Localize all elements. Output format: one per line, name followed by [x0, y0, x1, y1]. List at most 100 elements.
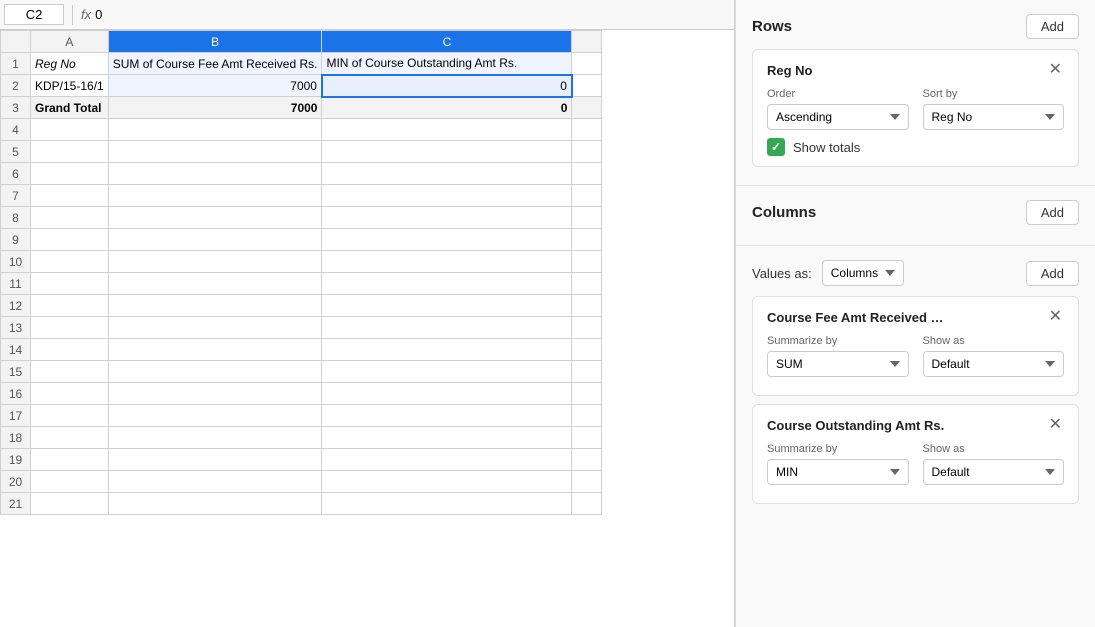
table-row: 14	[1, 339, 602, 361]
course-outstanding-card: Course Outstanding Amt Rs. ✕ Summarize b…	[752, 404, 1079, 504]
course-fee-card-header: Course Fee Amt Received … ✕	[767, 309, 1064, 325]
reg-no-card-header: Reg No ✕	[767, 62, 1064, 78]
cell-a1[interactable]: Reg No	[31, 53, 109, 75]
table-row: 10	[1, 251, 602, 273]
sort-by-select[interactable]: Reg No	[923, 104, 1065, 130]
reg-no-card-title: Reg No	[767, 63, 813, 78]
course-fee-card: Course Fee Amt Received … ✕ Summarize by…	[752, 296, 1079, 396]
table-row: 16	[1, 383, 602, 405]
course-outstanding-card-title: Course Outstanding Amt Rs.	[767, 418, 944, 433]
reg-no-card-row-1: Order Ascending Descending Sort by Reg N…	[767, 88, 1064, 130]
rows-section-title: Rows	[752, 18, 792, 35]
values-add-button[interactable]: Add	[1026, 261, 1079, 286]
table-row: 18	[1, 427, 602, 449]
cell-a2[interactable]: KDP/15-16/1	[31, 75, 109, 97]
columns-section-header: Columns Add	[752, 200, 1079, 225]
course-fee-show-as-field: Show as Default % of Grand Total	[923, 335, 1065, 377]
formula-input[interactable]: 0	[95, 7, 730, 22]
reg-no-close-icon[interactable]: ✕	[1047, 62, 1064, 78]
rows-section-header: Rows Add	[752, 14, 1079, 39]
course-fee-card-row: Summarize by SUM COUNT MIN MAX AVERAGE S…	[767, 335, 1064, 377]
cell-extra-2	[572, 75, 602, 97]
columns-section: Columns Add	[736, 186, 1095, 246]
table-row: 11	[1, 273, 602, 295]
course-outstanding-summarize-field: Summarize by SUM COUNT MIN MAX AVERAGE	[767, 443, 909, 485]
cell-c1[interactable]: MIN of Course Outstanding Amt Rs.	[322, 53, 572, 75]
rows-add-button[interactable]: Add	[1026, 14, 1079, 39]
course-fee-show-as-select[interactable]: Default % of Grand Total	[923, 351, 1065, 377]
cell-ref-input[interactable]: C2	[4, 4, 64, 25]
col-header-a[interactable]: A	[31, 31, 109, 53]
table-row: 5	[1, 141, 602, 163]
formula-bar-divider	[72, 5, 73, 25]
table-row: 1 Reg No SUM of Course Fee Amt Received …	[1, 53, 602, 75]
table-row: 7	[1, 185, 602, 207]
table-row: 20	[1, 471, 602, 493]
order-select[interactable]: Ascending Descending	[767, 104, 909, 130]
table-row: 4	[1, 119, 602, 141]
corner-header	[1, 31, 31, 53]
columns-add-button[interactable]: Add	[1026, 200, 1079, 225]
cell-b2[interactable]: 7000	[108, 75, 322, 97]
row-num-2: 2	[1, 75, 31, 97]
course-outstanding-card-row: Summarize by SUM COUNT MIN MAX AVERAGE S…	[767, 443, 1064, 485]
spreadsheet-table: A B C 1 Reg No SUM of Course Fee Amt Rec…	[0, 30, 602, 515]
table-row: 8	[1, 207, 602, 229]
course-fee-summarize-field: Summarize by SUM COUNT MIN MAX AVERAGE	[767, 335, 909, 377]
table-row: 9	[1, 229, 602, 251]
course-outstanding-show-as-select[interactable]: Default % of Grand Total	[923, 459, 1065, 485]
grid-body: 1 Reg No SUM of Course Fee Amt Received …	[1, 53, 602, 515]
course-fee-show-as-label: Show as	[923, 335, 1065, 347]
table-row: 21	[1, 493, 602, 515]
grand-total-row: 3 Grand Total 7000 0	[1, 97, 602, 119]
cell-a3[interactable]: Grand Total	[31, 97, 109, 119]
show-totals-row: Show totals	[767, 138, 1064, 156]
course-outstanding-summarize-label: Summarize by	[767, 443, 909, 455]
cell-c3[interactable]: 0	[322, 97, 572, 119]
table-row: 17	[1, 405, 602, 427]
fx-label: fx	[81, 7, 91, 22]
cell-b1[interactable]: SUM of Course Fee Amt Received Rs.	[108, 53, 322, 75]
table-row: 12	[1, 295, 602, 317]
course-fee-card-title: Course Fee Amt Received …	[767, 310, 944, 325]
order-label: Order	[767, 88, 909, 100]
course-outstanding-show-as-field: Show as Default % of Grand Total	[923, 443, 1065, 485]
right-panel: Rows Add Reg No ✕ Order Ascending Descen…	[735, 0, 1095, 627]
table-row: 19	[1, 449, 602, 471]
row-num-1: 1	[1, 53, 31, 75]
cell-c2[interactable]: 0	[322, 75, 572, 97]
rows-section: Rows Add Reg No ✕ Order Ascending Descen…	[736, 0, 1095, 186]
col-header-c[interactable]: C	[322, 31, 572, 53]
course-fee-summarize-label: Summarize by	[767, 335, 909, 347]
grid-container[interactable]: A B C 1 Reg No SUM of Course Fee Amt Rec…	[0, 30, 734, 627]
order-field: Order Ascending Descending	[767, 88, 909, 130]
table-row: 2 KDP/15-16/1 7000 0	[1, 75, 602, 97]
col-header-b[interactable]: B	[108, 31, 322, 53]
course-outstanding-show-as-label: Show as	[923, 443, 1065, 455]
cell-b3[interactable]: 7000	[108, 97, 322, 119]
sort-by-label: Sort by	[923, 88, 1065, 100]
reg-no-card: Reg No ✕ Order Ascending Descending Sort…	[752, 49, 1079, 167]
course-fee-summarize-select[interactable]: SUM COUNT MIN MAX AVERAGE	[767, 351, 909, 377]
values-as-select[interactable]: Columns Rows	[822, 260, 904, 286]
show-totals-checkbox[interactable]	[767, 138, 785, 156]
sort-by-field: Sort by Reg No	[923, 88, 1065, 130]
spreadsheet-area: C2 fx 0 A B C 1 Reg No SUM of Cou	[0, 0, 735, 627]
columns-section-title: Columns	[752, 204, 816, 221]
table-row: 6	[1, 163, 602, 185]
course-outstanding-summarize-select[interactable]: SUM COUNT MIN MAX AVERAGE	[767, 459, 909, 485]
cell-extra-1	[572, 53, 602, 75]
show-totals-label: Show totals	[793, 140, 860, 155]
values-section: Values as: Columns Rows Add Course Fee A…	[736, 246, 1095, 522]
col-header-extra	[572, 31, 602, 53]
values-as-row: Values as: Columns Rows	[752, 260, 904, 286]
values-as-label: Values as:	[752, 266, 812, 281]
course-outstanding-card-header: Course Outstanding Amt Rs. ✕	[767, 417, 1064, 433]
formula-bar: C2 fx 0	[0, 0, 734, 30]
row-num-3: 3	[1, 97, 31, 119]
course-fee-close-icon[interactable]: ✕	[1047, 309, 1064, 325]
cell-extra-3	[572, 97, 602, 119]
table-row: 15	[1, 361, 602, 383]
course-outstanding-close-icon[interactable]: ✕	[1047, 417, 1064, 433]
table-row: 13	[1, 317, 602, 339]
